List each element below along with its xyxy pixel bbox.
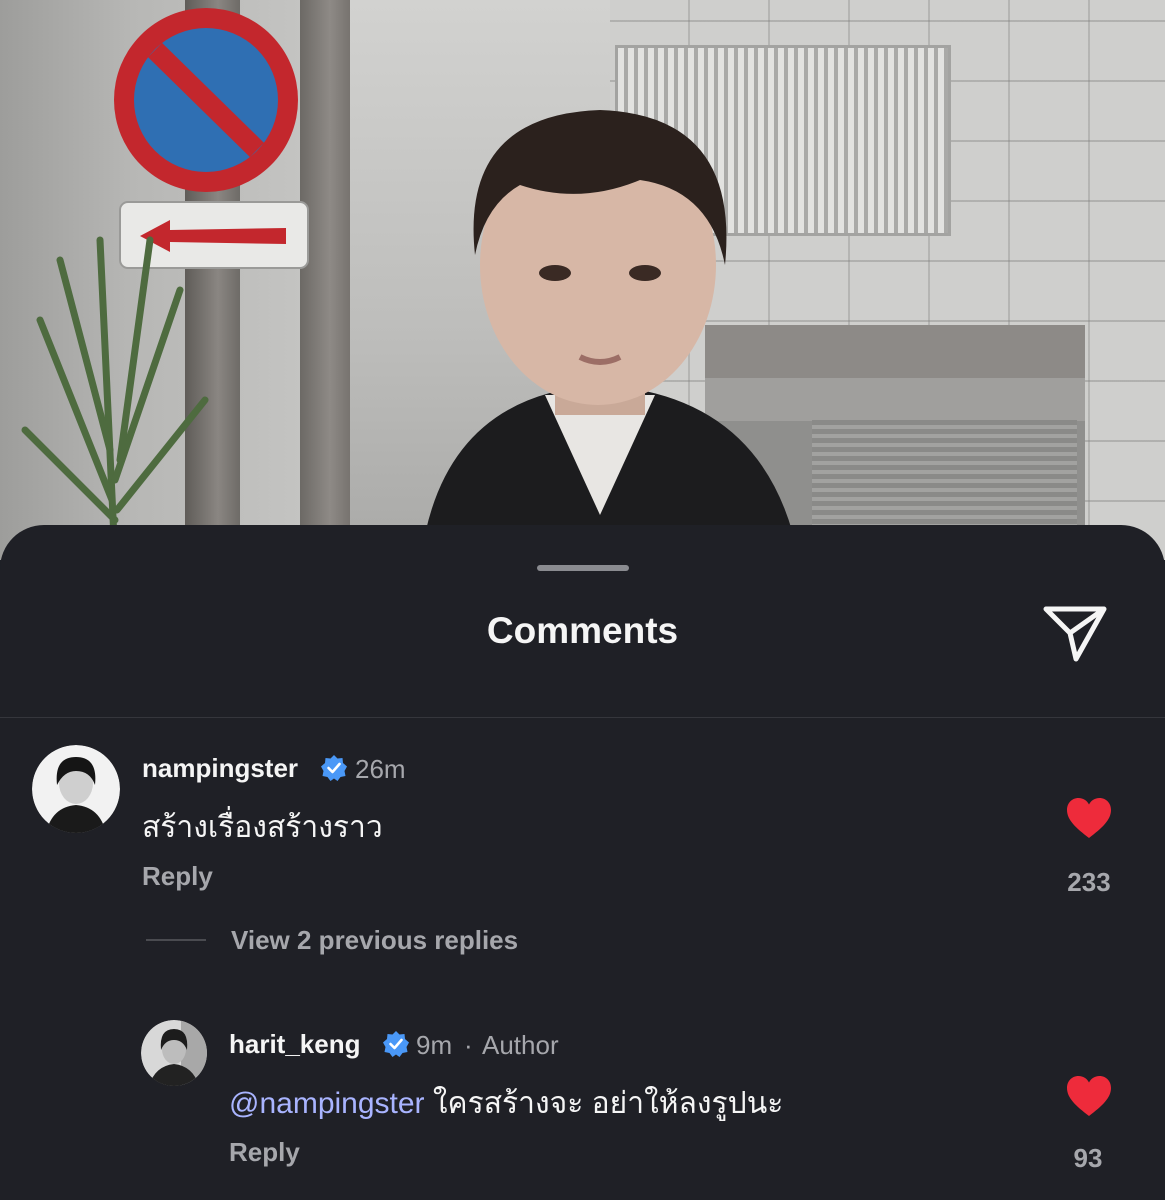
comments-sheet: Comments nampingster 26m สร้างเรื่องสร้า… (0, 525, 1165, 1200)
reply-username[interactable]: harit_keng (229, 1029, 361, 1060)
avatar[interactable] (141, 1020, 207, 1086)
sheet-grabber[interactable] (537, 565, 629, 571)
meta-separator: · (464, 1030, 473, 1060)
heart-icon[interactable] (1066, 1075, 1112, 1117)
like-count: 93 (1073, 1143, 1103, 1173)
reply-text-body: ใครสร้างจะ อย่าให้ลงรูปนะ (424, 1087, 784, 1120)
author-badge: Author (482, 1030, 559, 1060)
person-figure (420, 110, 799, 560)
heart-icon[interactable] (1066, 797, 1112, 839)
comment-text: สร้างเรื่องสร้างราว (142, 811, 383, 844)
reply-timestamp: 9m (416, 1030, 453, 1060)
sheet-title: Comments (486, 610, 679, 651)
view-replies-button[interactable]: View 2 previous replies (231, 925, 518, 956)
mention-link[interactable]: @nampingster (229, 1087, 425, 1120)
verified-badge-icon (321, 755, 347, 781)
sheet-divider (0, 717, 1165, 718)
reply-text: @nampingster ใครสร้างจะ อย่าให้ลงรูปนะ (229, 1080, 783, 1127)
avatar[interactable] (32, 745, 120, 833)
palm-plant (21, 236, 209, 560)
verified-badge-icon (383, 1031, 409, 1057)
reply-button[interactable]: Reply (142, 861, 213, 892)
comment-timestamp: 26m (355, 754, 406, 784)
comment-username[interactable]: nampingster (142, 753, 298, 784)
no-parking-sign (114, 8, 298, 192)
paper-plane-icon[interactable] (1040, 601, 1110, 665)
post-photo (0, 0, 1165, 560)
like-count: 233 (1067, 867, 1111, 897)
photo-pole-2 (300, 0, 350, 560)
thread-line (146, 939, 206, 941)
reply-button[interactable]: Reply (229, 1137, 300, 1168)
